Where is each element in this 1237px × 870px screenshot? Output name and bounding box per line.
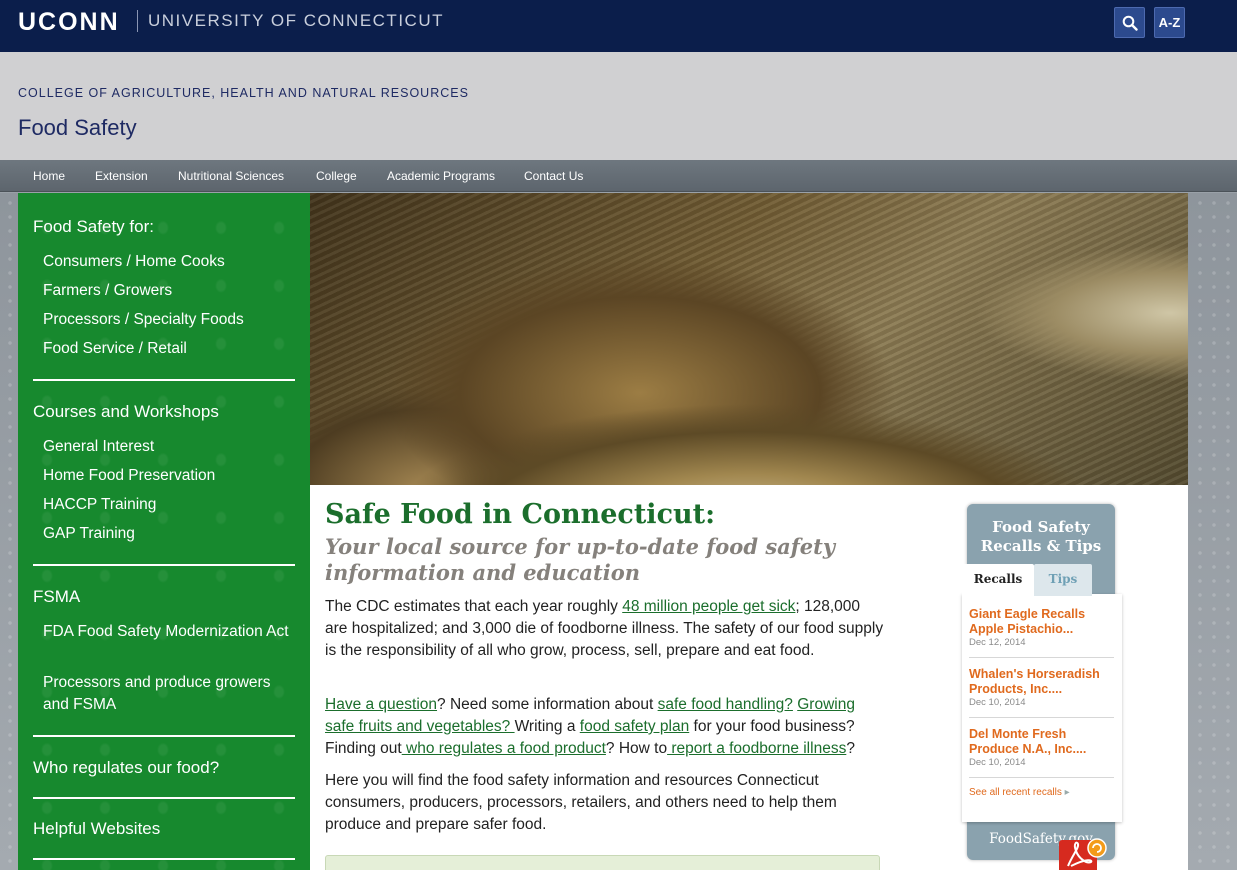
sidebar-heading-courses[interactable]: Courses and Workshops	[33, 402, 219, 422]
sidebar-divider	[33, 858, 295, 860]
sidebar-link-farmers[interactable]: Farmers / Growers	[43, 280, 172, 302]
uconn-top-bar: UCONN UNIVERSITY OF CONNECTICUT A-Z	[0, 0, 1237, 52]
questions-text: Writing a	[514, 718, 580, 735]
nav-contact-us[interactable]: Contact Us	[524, 169, 583, 183]
sidebar-link-food-service[interactable]: Food Service / Retail	[43, 338, 187, 360]
widget-title-line: Recalls & Tips	[980, 537, 1102, 555]
nav-home[interactable]: Home	[33, 169, 65, 183]
nav-extension[interactable]: Extension	[95, 169, 148, 183]
see-all-label[interactable]: See all recent recalls	[969, 787, 1062, 798]
site-title[interactable]: Food Safety	[18, 115, 137, 141]
link-report-illness[interactable]: report a foodborne illness	[667, 740, 846, 757]
sidebar-link-home-food-preservation[interactable]: Home Food Preservation	[43, 465, 215, 487]
sidebar-heading-helpful-websites[interactable]: Helpful Websites	[33, 819, 160, 839]
college-header: COLLEGE OF AGRICULTURE, HEALTH AND NATUR…	[0, 52, 1237, 160]
recall-title[interactable]: Whalen's Horseradish Products, Inc....	[969, 667, 1115, 697]
recall-title[interactable]: Del Monte Fresh Produce N.A., Inc....	[969, 727, 1115, 757]
sidebar-link-consumers[interactable]: Consumers / Home Cooks	[43, 251, 225, 273]
resources-paragraph: Here you will find the food safety infor…	[325, 772, 837, 833]
questions-text: ? How to	[605, 740, 668, 757]
highlight-box	[325, 855, 880, 870]
sidebar-divider	[33, 564, 295, 566]
recall-item[interactable]: Whalen's Horseradish Products, Inc.... D…	[969, 667, 1115, 708]
sidebar-link-gap-training[interactable]: GAP Training	[43, 523, 135, 545]
widget-title: Food Safety Recalls & Tips	[967, 518, 1115, 556]
pdf-icon[interactable]	[1059, 836, 1107, 870]
college-name[interactable]: COLLEGE OF AGRICULTURE, HEALTH AND NATUR…	[18, 86, 469, 100]
sidebar-heading-food-safety-for: Food Safety for:	[33, 217, 154, 236]
recall-divider	[969, 717, 1114, 718]
sidebar: Food Safety for: Consumers / Home Cooks …	[18, 193, 310, 870]
link-who-regulates[interactable]: who regulates a food product	[402, 740, 606, 757]
recall-item[interactable]: Del Monte Fresh Produce N.A., Inc.... De…	[969, 727, 1115, 768]
sidebar-heading-who-regulates[interactable]: Who regulates our food?	[33, 758, 219, 778]
questions-paragraph: Have a question? Need some information a…	[325, 694, 885, 760]
sidebar-divider	[33, 735, 295, 737]
questions-text: ?	[846, 740, 855, 757]
sidebar-link-processors[interactable]: Processors / Specialty Foods	[43, 309, 244, 331]
main-navigation: Home Extension Nutritional Sciences Coll…	[0, 160, 1237, 192]
link-48-million-sick[interactable]: 48 million people get sick	[622, 598, 795, 615]
recall-divider	[969, 657, 1114, 658]
sidebar-link-fda-fsma[interactable]: FDA Food Safety Modernization Act	[43, 621, 298, 643]
nav-academic-programs[interactable]: Academic Programs	[387, 169, 495, 183]
university-name[interactable]: UNIVERSITY OF CONNECTICUT	[148, 11, 444, 31]
link-safe-food-handling[interactable]: safe food handling?	[658, 696, 793, 713]
hero-oyster-image	[310, 193, 1188, 485]
search-icon	[1122, 15, 1138, 31]
sidebar-heading-fsma[interactable]: FSMA	[33, 587, 80, 607]
link-have-a-question[interactable]: Have a question	[325, 696, 437, 713]
recall-date: Dec 10, 2014	[969, 697, 1026, 708]
sidebar-link-general-interest[interactable]: General Interest	[43, 436, 154, 458]
page-subtitle: Your local source for up-to-date food sa…	[325, 534, 836, 585]
uconn-logo[interactable]: UCONN	[18, 8, 120, 37]
nav-nutritional-sciences[interactable]: Nutritional Sciences	[178, 169, 284, 183]
recall-divider	[969, 777, 1114, 778]
page-title: Safe Food in Connecticut:	[325, 499, 716, 530]
recall-title[interactable]: Giant Eagle Recalls Apple Pistachio...	[969, 607, 1115, 637]
tab-tips[interactable]: Tips	[1034, 564, 1092, 596]
sidebar-divider	[33, 379, 295, 381]
sidebar-link-haccp-training[interactable]: HACCP Training	[43, 494, 156, 516]
recall-item[interactable]: Giant Eagle Recalls Apple Pistachio... D…	[969, 607, 1115, 648]
recall-date: Dec 12, 2014	[969, 637, 1026, 648]
intro-text: The CDC estimates that each year roughly	[325, 598, 623, 615]
nav-college[interactable]: College	[316, 169, 357, 183]
widget-title-line: Food Safety	[992, 518, 1090, 536]
a-z-index-button[interactable]: A-Z	[1154, 7, 1185, 38]
search-button[interactable]	[1114, 7, 1145, 38]
chevron-right-icon: ▸	[1064, 787, 1070, 798]
header-divider	[137, 10, 138, 32]
intro-paragraph: The CDC estimates that each year roughly…	[325, 596, 885, 662]
questions-text: ? Need some information about	[437, 696, 658, 713]
see-all-recalls-link[interactable]: See all recent recalls ▸	[969, 787, 1070, 798]
link-food-safety-plan[interactable]: food safety plan	[580, 718, 689, 735]
sidebar-divider	[33, 797, 295, 799]
recall-date: Dec 10, 2014	[969, 757, 1026, 768]
tab-recalls[interactable]: Recalls	[962, 564, 1034, 596]
sidebar-link-processors-fsma[interactable]: Processors and produce growers and FSMA	[43, 672, 298, 716]
